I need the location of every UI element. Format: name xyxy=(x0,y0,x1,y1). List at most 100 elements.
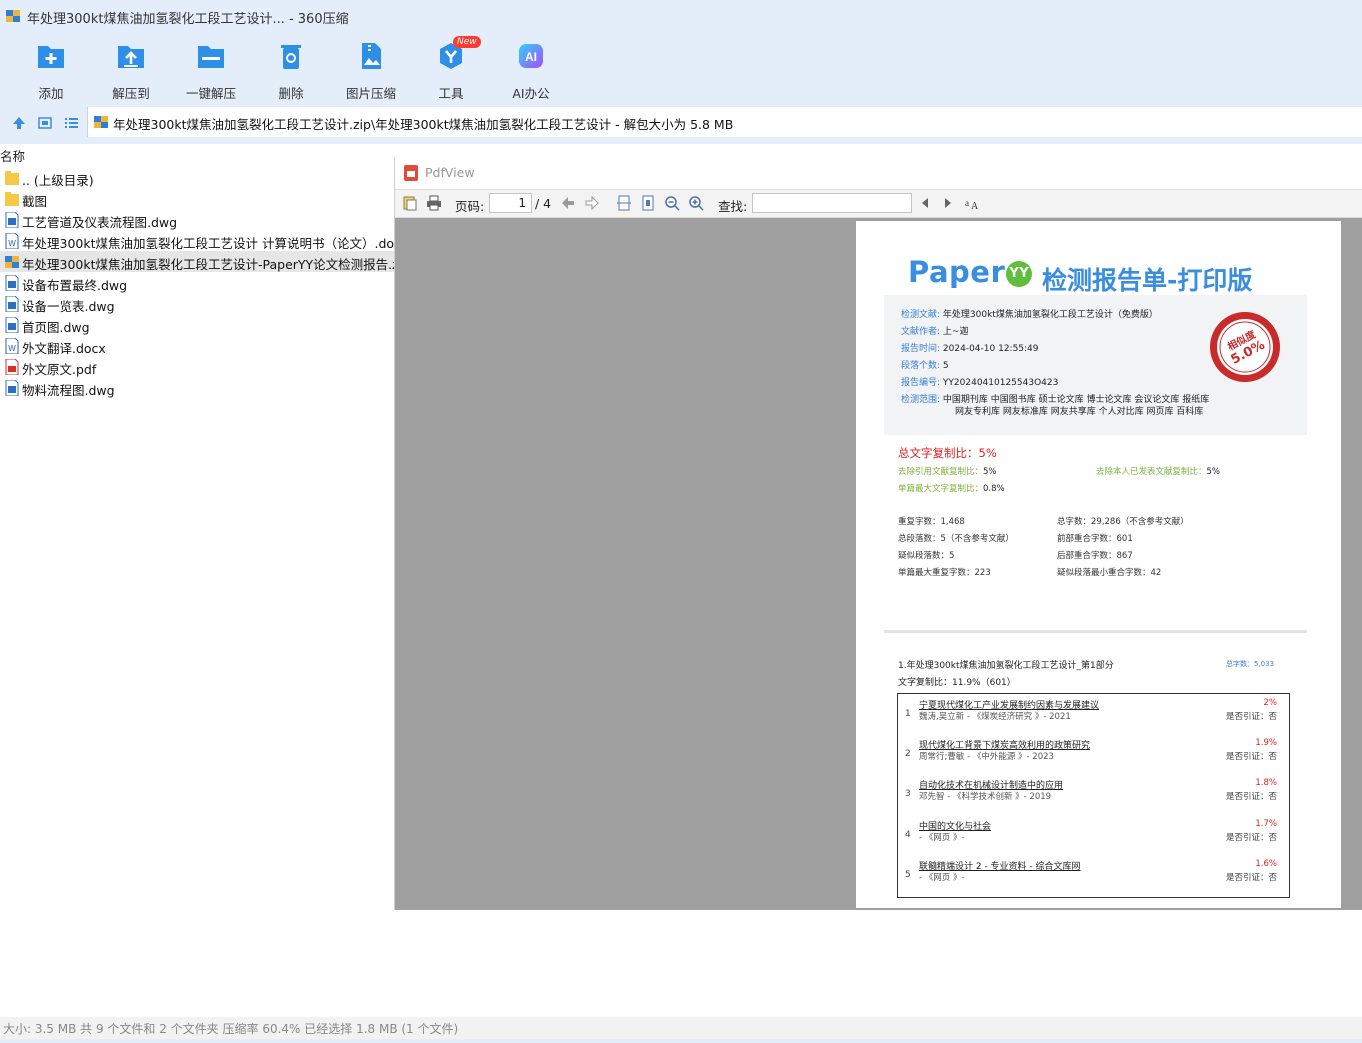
excl-self-rate: 去除本人已发表文献复制比：5% xyxy=(1096,467,1221,477)
info-row: 段落个数: 5 xyxy=(901,361,949,371)
dwg-file-icon xyxy=(5,317,19,333)
file-row[interactable]: 物料流程图.dwg xyxy=(0,377,394,398)
one-click-extract-icon xyxy=(198,46,224,68)
brand-text: Paper xyxy=(908,255,1006,289)
file-row[interactable]: W 外文翻译.docx xyxy=(0,335,394,356)
dwg-file-icon xyxy=(5,380,19,396)
extract-to-icon xyxy=(118,46,144,68)
find-input[interactable] xyxy=(752,193,912,213)
file-row[interactable]: 首页图.dwg xyxy=(0,314,394,335)
zip-file-icon xyxy=(5,256,19,268)
svg-text:W: W xyxy=(8,344,16,353)
main-toolbar: 添加 解压到 一键解压 删除 图片压缩 New 工具 AI AI办公 xyxy=(0,32,1362,102)
source-item: 5 联髓精端设计 2 - 专业资料 - 综合文库网 - 《网页 》- 1.6% 是否引… xyxy=(905,859,1277,883)
svg-text:A: A xyxy=(971,201,979,211)
find-prev-icon[interactable] xyxy=(917,195,933,211)
file-row[interactable]: 设备布置最终.dwg xyxy=(0,272,394,293)
file-name: 物料流程图.dwg xyxy=(22,383,115,398)
window-title: 年处理300kt煤焦油加氢裂化工段工艺设计... - 360压缩 xyxy=(27,12,349,27)
status-bar: 大小: 3.5 MB 共 9 个文件和 2 个文件夹 压缩率 60.4% 已经选… xyxy=(0,1017,1362,1039)
folder-icon xyxy=(5,192,19,206)
title-bar: 年处理300kt煤焦油加氢裂化工段工艺设计... - 360压缩 xyxy=(0,0,1362,32)
page-label: 页码: xyxy=(455,199,485,214)
part-title: 1.年处理300kt煤焦油加氢裂化工段工艺设计_第1部分 xyxy=(898,661,1114,671)
info-row: 检测文献: 年处理300kt煤焦油加氢裂化工段工艺设计（免费版） xyxy=(901,310,1158,320)
file-row[interactable]: 外文原文.pdf xyxy=(0,356,394,377)
source-item: 1 宁夏现代煤化工产业发展制约因素与发展建议 魏涛,吴立新 - 《煤炭经济研究 》… xyxy=(905,698,1277,722)
ai-office-button[interactable]: AI AI办公 xyxy=(491,38,571,101)
stat-left: 重复字数：1,468 xyxy=(898,517,965,527)
dwg-file-icon xyxy=(5,212,19,228)
compressor-window: 年处理300kt煤焦油加氢裂化工段工艺设计... - 360压缩 添加 解压到 … xyxy=(0,0,1362,1043)
file-name: 外文原文.pdf xyxy=(22,362,97,377)
file-row-parent-dir[interactable]: .. (上级目录) xyxy=(0,167,394,188)
file-row[interactable]: 截图 xyxy=(0,188,394,209)
file-name: 年处理300kt煤焦油加氢裂化工段工艺设计 计算说明书（论文）.doc xyxy=(22,236,401,251)
zoom-out-icon[interactable] xyxy=(664,195,680,211)
pdf-app-icon xyxy=(404,165,418,181)
file-name: 首页图.dwg xyxy=(22,320,90,335)
file-row[interactable]: 设备一览表.dwg xyxy=(0,293,394,314)
file-name: .. (上级目录) xyxy=(22,173,94,188)
next-page-icon[interactable] xyxy=(584,195,600,211)
stat-right: 总字数：29,286（不含参考文献） xyxy=(1057,517,1189,527)
image-compress-icon xyxy=(362,43,381,69)
stat-left: 疑似段落数：5 xyxy=(898,551,955,561)
part-word-count: 总字数：5,033 xyxy=(1226,660,1275,668)
paperyy-logo: Paper YY xyxy=(908,255,1033,289)
page-number-input[interactable]: 1 xyxy=(489,193,532,213)
address-bar[interactable]: 年处理300kt煤焦油加氢裂化工段工艺设计.zip\年处理300kt煤焦油加氢裂… xyxy=(87,107,1362,137)
zoom-in-icon[interactable] xyxy=(688,195,704,211)
report-title: 检测报告单-打印版 xyxy=(1042,266,1253,295)
find-next-icon[interactable] xyxy=(940,195,956,211)
tools-label: 工具 xyxy=(438,86,464,101)
pdfview-toolbar: 页码: 1 / 4 查找: aA xyxy=(395,190,1362,218)
file-name: 外文翻译.docx xyxy=(22,341,106,356)
up-level-icon[interactable] xyxy=(10,114,28,132)
add-button[interactable]: 添加 xyxy=(11,38,91,101)
one-click-extract-button[interactable]: 一键解压 xyxy=(171,38,251,101)
delete-button[interactable]: 删除 xyxy=(251,38,331,101)
source-item: 3 自动化技术在机械设计制造中的应用 邓先智 - 《科学技术创新 》- 2019 1… xyxy=(905,778,1277,802)
open-icon[interactable] xyxy=(402,195,418,211)
stat-right: 前部重合字数：601 xyxy=(1057,534,1133,544)
excl-ref-rate: 去除引用文献复制比：5% xyxy=(898,467,997,477)
word-file-icon: W xyxy=(5,338,19,354)
delete-icon xyxy=(281,45,301,69)
file-row[interactable]: W 年处理300kt煤焦油加氢裂化工段工艺设计 计算说明书（论文）.doc xyxy=(0,230,401,251)
print-icon[interactable] xyxy=(426,195,442,211)
thumbnail-view-icon[interactable] xyxy=(36,114,54,132)
file-name: 设备一览表.dwg xyxy=(22,299,115,314)
find-label: 查找: xyxy=(718,199,748,214)
stat-left: 总段落数：5（不含参考文献） xyxy=(898,534,1014,544)
file-name: 年处理300kt煤焦油加氢裂化工段工艺设计-PaperYY论文检测报告.zip xyxy=(22,257,411,272)
pdf-canvas[interactable]: Paper YY 检测报告单-打印版 检测文献: 年处理300kt煤焦油加氢裂化工… xyxy=(395,218,1362,910)
image-compress-button[interactable]: 图片压缩 xyxy=(331,38,411,101)
folder-icon xyxy=(5,171,19,185)
tools-button[interactable]: New 工具 xyxy=(411,36,491,101)
source-item: 4 中国的文化与社会 - 《网页 》- 1.7% 是否引证：否 xyxy=(905,819,1277,843)
file-name: 截图 xyxy=(22,194,48,209)
ai-office-icon: AI xyxy=(519,44,543,68)
dwg-file-icon xyxy=(5,275,19,291)
list-view-icon[interactable] xyxy=(62,114,80,132)
delete-label: 删除 xyxy=(278,86,304,101)
fit-page-icon[interactable] xyxy=(640,195,656,211)
info-row: 报告编号: YY20240410125543O423 xyxy=(901,378,1059,388)
file-row-selected[interactable]: 年处理300kt煤焦油加氢裂化工段工艺设计-PaperYY论文检测报告.zip xyxy=(0,251,410,272)
page-total: / 4 xyxy=(535,196,552,211)
new-badge: New xyxy=(453,36,481,48)
section-divider xyxy=(884,630,1307,633)
dwg-file-icon xyxy=(5,296,19,312)
extract-to-button[interactable]: 解压到 xyxy=(91,38,171,101)
fit-width-icon[interactable] xyxy=(616,195,632,211)
file-row[interactable]: 工艺管道及仪表流程图.dwg xyxy=(0,209,394,230)
pdfview-title: PdfView xyxy=(425,165,475,180)
match-case-icon[interactable]: aA xyxy=(964,195,980,211)
prev-page-icon[interactable] xyxy=(560,195,576,211)
column-header-name[interactable]: 名称 xyxy=(0,146,25,165)
max-single-rate: 单篇最大文字复制比：0.8% xyxy=(898,484,1005,494)
pdf-preview-panel: PdfView 页码: 1 / 4 查找: aA Paper YY 检测报告单-打… xyxy=(394,157,1362,910)
add-icon xyxy=(38,46,64,68)
pdf-file-icon xyxy=(5,359,19,375)
